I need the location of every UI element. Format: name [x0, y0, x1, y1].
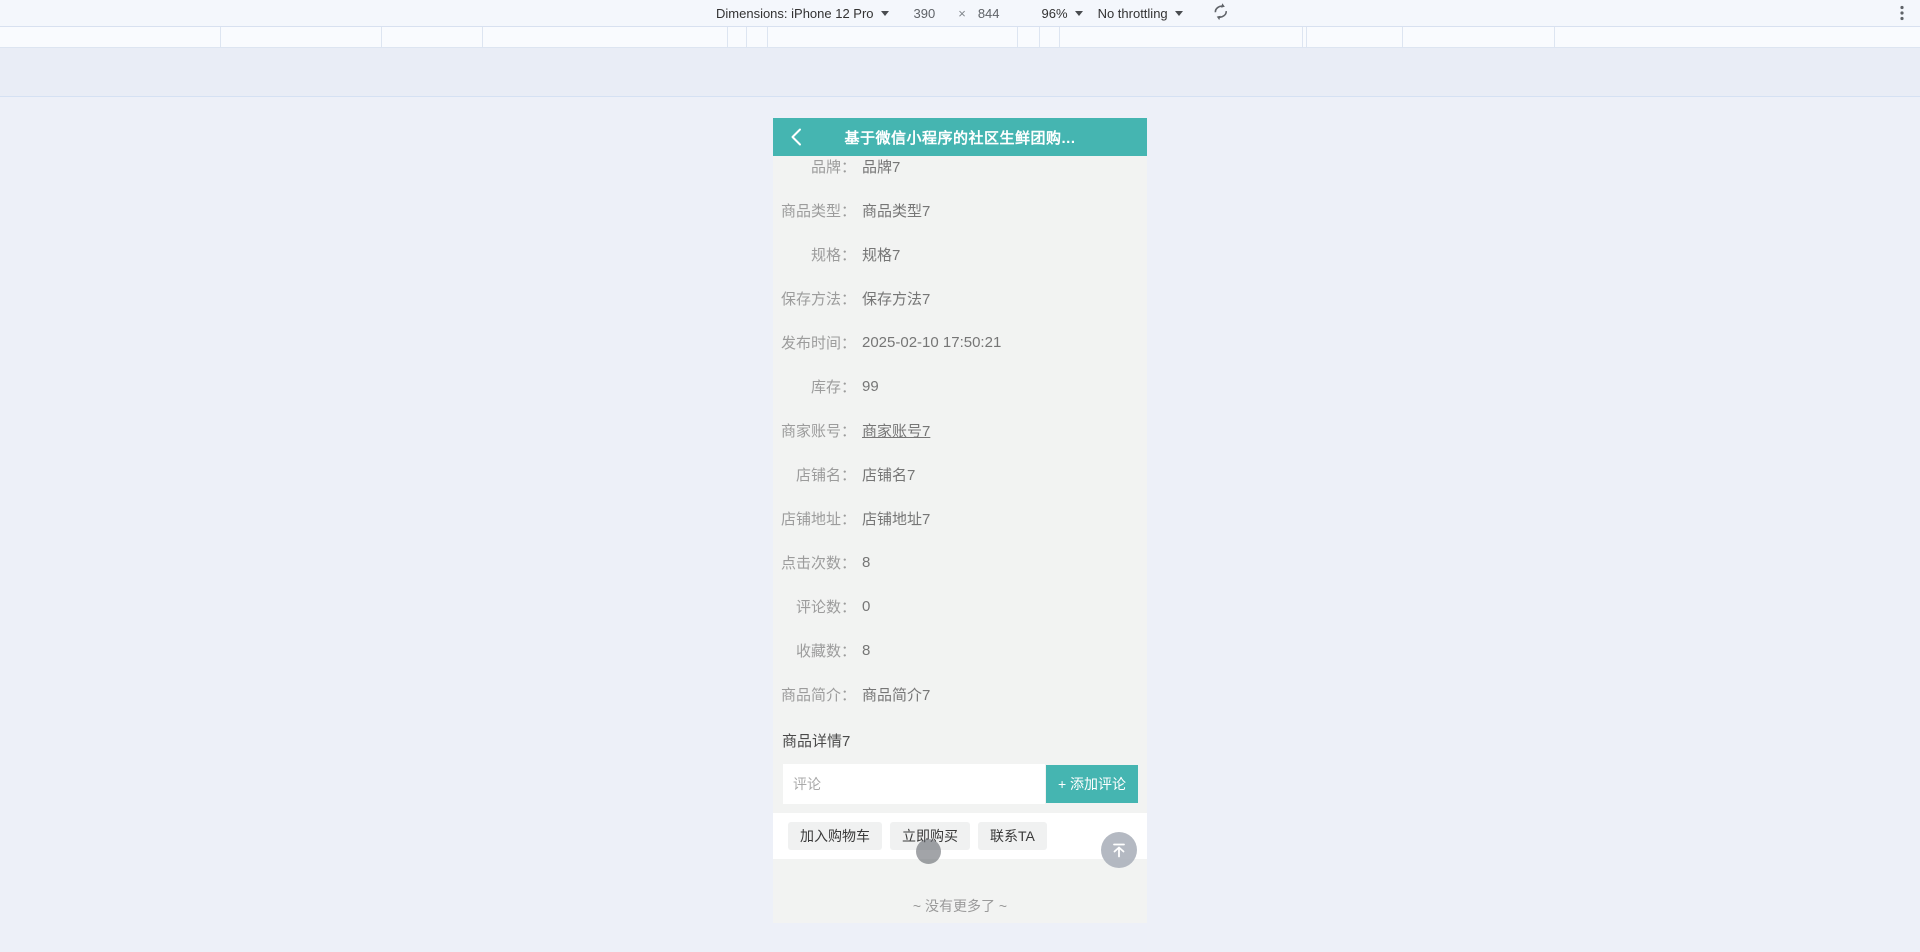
info-value: 品牌7: [862, 158, 901, 176]
info-label: 库存：: [810, 378, 856, 396]
info-value: 商品简介7: [862, 686, 931, 704]
info-row-stock: 库存： 99: [773, 364, 1147, 408]
chevron-down-icon: [1074, 10, 1083, 16]
empty-table-cell: [0, 27, 221, 47]
empty-table-cell: [747, 27, 768, 47]
empty-table-cell: [728, 27, 747, 47]
info-value: 0: [862, 597, 871, 615]
product-detail-page: 基于微信小程序的社区生鲜团购... 品牌： 品牌7 商品类型： 商品类型7 规格…: [773, 118, 1147, 923]
info-label: 发布时间：: [780, 334, 856, 352]
throttling-label: No throttling: [1097, 5, 1168, 21]
info-value: 保存方法7: [862, 290, 931, 308]
action-bar: 加入购物车 立即购买 联系TA: [773, 813, 1147, 859]
empty-table-cell: [483, 27, 728, 47]
info-row-spec: 规格： 规格7: [773, 232, 1147, 276]
info-label: 评论数：: [795, 598, 856, 616]
contact-seller-button[interactable]: 联系TA: [978, 822, 1047, 850]
empty-table-cell: [382, 27, 483, 47]
viewport-width-field[interactable]: 390: [914, 6, 936, 21]
rotate-viewport-icon[interactable]: [1209, 0, 1233, 26]
back-to-top-button[interactable]: [1101, 832, 1137, 868]
info-row-type: 商品类型： 商品类型7: [773, 188, 1147, 232]
info-row-storage: 保存方法： 保存方法7: [773, 276, 1147, 320]
throttling-dropdown[interactable]: No throttling: [1098, 6, 1183, 21]
product-info-list: 品牌： 品牌7 商品类型： 商品类型7 规格： 规格7 保存方法： 保存方法7 …: [773, 144, 1147, 716]
page-title: 基于微信小程序的社区生鲜团购...: [844, 129, 1076, 147]
comment-input[interactable]: [783, 764, 1045, 804]
more-options-icon[interactable]: [1900, 5, 1904, 26]
empty-table-cell: [1018, 27, 1040, 47]
empty-table-cell: [221, 27, 382, 47]
info-label: 商家账号：: [780, 422, 856, 440]
info-row-shop-name: 店铺名： 店铺名7: [773, 452, 1147, 496]
info-value: 99: [862, 377, 879, 395]
info-label: 保存方法：: [780, 290, 856, 308]
info-row-publish-time: 发布时间： 2025-02-10 17:50:21: [773, 320, 1147, 364]
info-row-shop-address: 店铺地址： 店铺地址7: [773, 496, 1147, 540]
app-header: 基于微信小程序的社区生鲜团购...: [773, 118, 1147, 156]
device-selector-dropdown[interactable]: Dimensions: iPhone 12 Pro: [716, 6, 889, 21]
empty-table-cell: [768, 27, 1018, 47]
info-label: 品牌：: [810, 158, 856, 176]
info-row-intro: 商品简介： 商品简介7: [773, 672, 1147, 716]
chevron-left-icon: [791, 128, 801, 146]
back-button[interactable]: [784, 125, 808, 149]
chevron-down-icon: [880, 10, 889, 16]
info-value: 8: [862, 641, 871, 659]
devtools-device-toolbar: Dimensions: iPhone 12 Pro 390 × 844 96% …: [0, 0, 1920, 27]
add-to-cart-button[interactable]: 加入购物车: [788, 822, 882, 850]
page-band: [0, 48, 1920, 97]
info-label: 收藏数：: [795, 642, 856, 660]
empty-table-cell: [1307, 27, 1403, 47]
info-value: 规格7: [862, 246, 901, 264]
info-value: 8: [862, 553, 871, 571]
no-more-text: ~ 没有更多了 ~: [912, 898, 1008, 914]
info-row-merchant: 商家账号： 商家账号7: [773, 408, 1147, 452]
chevron-down-icon: [1174, 10, 1183, 16]
empty-table-row: [0, 27, 1920, 48]
empty-table-cell: [1555, 27, 1920, 47]
empty-table-cell: [1040, 27, 1060, 47]
info-value: 店铺名7: [862, 466, 916, 484]
info-value: 店铺地址7: [862, 510, 931, 528]
info-label: 店铺地址：: [780, 510, 856, 528]
info-label: 店铺名：: [795, 466, 856, 484]
product-detail-text: 商品详情7: [782, 732, 851, 750]
zoom-level-label: 96%: [1041, 5, 1068, 21]
empty-table-cell: [1403, 27, 1555, 47]
add-comment-button[interactable]: + 添加评论: [1046, 765, 1138, 803]
info-row-comments: 评论数： 0: [773, 584, 1147, 628]
info-row-clicks: 点击次数： 8: [773, 540, 1147, 584]
dimensions-separator: ×: [958, 5, 966, 21]
merchant-account-link[interactable]: 商家账号7: [862, 420, 930, 441]
info-value: 2025-02-10 17:50:21: [862, 333, 1002, 351]
info-label: 点击次数：: [780, 554, 856, 572]
info-label: 规格：: [810, 246, 856, 264]
comment-form: + 添加评论: [783, 764, 1138, 804]
info-label: 商品类型：: [780, 202, 856, 220]
empty-table-cell: [1060, 27, 1303, 47]
arrow-to-top-icon: [1113, 843, 1125, 858]
zoom-dropdown[interactable]: 96%: [1042, 6, 1083, 21]
info-value: 商品类型7: [862, 202, 931, 220]
buy-now-button[interactable]: 立即购买: [890, 822, 970, 850]
info-label: 商品简介：: [780, 686, 856, 704]
info-row-favorites: 收藏数： 8: [773, 628, 1147, 672]
device-selector-label: Dimensions: iPhone 12 Pro: [716, 5, 874, 21]
viewport-height-field[interactable]: 844: [978, 6, 1000, 21]
